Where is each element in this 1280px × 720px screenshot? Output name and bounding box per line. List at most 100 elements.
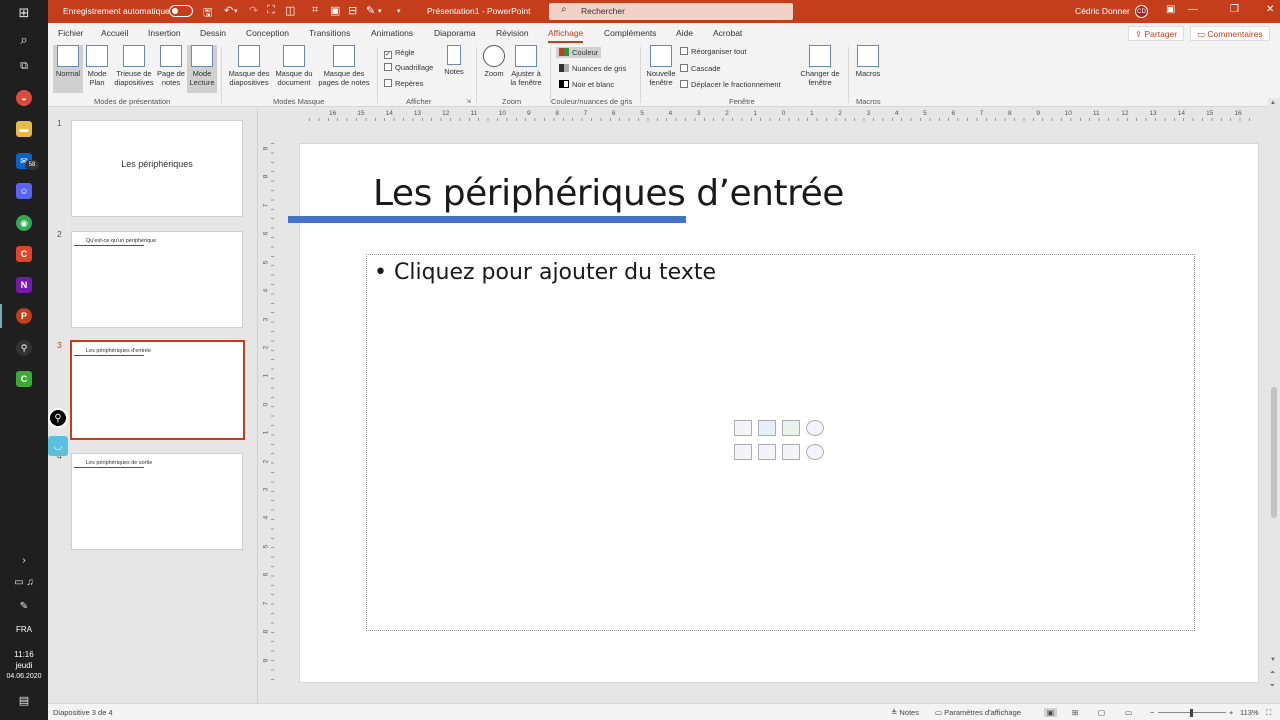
- share-button[interactable]: ⇪ Partager: [1128, 26, 1185, 41]
- fit-window-button[interactable]: Ajuster à la fenêtre: [508, 45, 544, 87]
- slide-master-button[interactable]: Masque des diapositives: [226, 45, 272, 87]
- current-slide[interactable]: Les périphériques d’entrée • Cliquez pou…: [288, 143, 1259, 683]
- normal-view-button[interactable]: Normal: [53, 45, 83, 93]
- grayscale-option[interactable]: Nuances de gris: [559, 64, 626, 73]
- content-placeholder[interactable]: • Cliquez pour ajouter du texte: [366, 254, 1195, 631]
- notes-button[interactable]: Notes: [440, 45, 468, 76]
- insert-online-picture-icon[interactable]: [758, 444, 776, 460]
- tab-revision[interactable]: Révision: [496, 28, 529, 38]
- insert-3d-model-icon[interactable]: [806, 420, 824, 436]
- redo-icon[interactable]: ↷: [249, 4, 258, 17]
- chrome-icon[interactable]: ◉: [16, 215, 32, 231]
- dialog-launcher-icon[interactable]: ⇲: [466, 98, 471, 105]
- ribbon-display-icon[interactable]: ▣: [1166, 4, 1175, 15]
- zoom-slider-knob[interactable]: [1190, 709, 1193, 717]
- tab-conception[interactable]: Conception: [246, 28, 289, 38]
- format-dropdown-icon[interactable]: ▾: [378, 7, 382, 15]
- tab-aide[interactable]: Aide: [676, 28, 693, 38]
- slide-thumbnail-2[interactable]: Qu'est-ce qu'un périphérique: [71, 231, 243, 328]
- switch-windows-button[interactable]: Changer de fenêtre: [796, 45, 844, 87]
- notes-toggle[interactable]: ≜ Notes: [891, 708, 919, 717]
- onenote-icon[interactable]: N: [16, 277, 32, 293]
- sorter-view-status-icon[interactable]: ⊞: [1072, 708, 1078, 717]
- gridlines-checkbox[interactable]: Quadrillage: [384, 63, 433, 72]
- normal-view-status-icon[interactable]: ▣: [1044, 708, 1058, 717]
- display-settings-button[interactable]: ▭ Paramètres d'affichage: [935, 708, 1021, 717]
- recorder-icon[interactable]: ◡: [48, 436, 68, 456]
- powerpoint-icon[interactable]: P: [16, 308, 32, 324]
- customize-qat-icon[interactable]: ▾: [397, 7, 401, 15]
- zoom-in-icon[interactable]: +: [1229, 708, 1233, 717]
- clock-time[interactable]: 11:16: [0, 650, 48, 659]
- tab-complements[interactable]: Compléments: [604, 28, 656, 38]
- notes-master-button[interactable]: Masque des pages de notes: [316, 45, 372, 87]
- slide-thumbnail-4[interactable]: Les périphériques de sortie: [71, 453, 243, 550]
- scroll-down-icon[interactable]: ▼: [1270, 657, 1276, 663]
- slide-title[interactable]: Les périphériques d’entrée: [373, 173, 844, 214]
- discord-icon[interactable]: ☺: [16, 183, 32, 199]
- picture-icon[interactable]: ▣: [330, 4, 340, 17]
- fit-slide-icon[interactable]: ⛶: [1266, 708, 1271, 718]
- shapes-icon[interactable]: ◫: [285, 4, 295, 17]
- crop-icon[interactable]: ⌗: [312, 4, 318, 17]
- scrollbar-thumb[interactable]: [1271, 387, 1277, 518]
- save-icon[interactable]: 🖫: [203, 4, 212, 23]
- outline-view-button[interactable]: Mode Plan: [84, 45, 110, 87]
- comments-button[interactable]: ▭ Commentaires: [1190, 26, 1270, 41]
- notifications-icon[interactable]: ▤: [12, 690, 36, 710]
- tab-acrobat[interactable]: Acrobat: [713, 28, 742, 38]
- app-icon-red[interactable]: C: [16, 246, 32, 262]
- macros-button[interactable]: Macros: [852, 45, 884, 78]
- black-white-option[interactable]: Noir et blanc: [559, 80, 614, 89]
- insert-smartart-icon[interactable]: [782, 420, 800, 436]
- from-beginning-icon[interactable]: ⛶: [267, 4, 275, 17]
- undo-icon[interactable]: ↶: [224, 4, 233, 17]
- tab-transitions[interactable]: Transitions: [309, 28, 350, 38]
- color-option[interactable]: Couleur: [556, 47, 602, 58]
- vertical-scrollbar[interactable]: ▲ ▼ ⏶ ⏷: [1268, 98, 1280, 703]
- clock-day[interactable]: jeudi: [0, 661, 48, 670]
- clock-date[interactable]: 04.06.2020: [0, 672, 48, 681]
- screen-pen-icon[interactable]: ⚲: [48, 408, 68, 428]
- zoom-out-icon[interactable]: −: [1150, 708, 1154, 717]
- maps-icon[interactable]: ⚲: [16, 340, 32, 356]
- insert-picture-icon[interactable]: [734, 444, 752, 460]
- previous-slide-icon[interactable]: ⏶: [1270, 670, 1275, 677]
- slideshow-status-icon[interactable]: ▭: [1125, 708, 1132, 717]
- new-window-button[interactable]: Nouvelle fenêtre: [644, 45, 678, 87]
- tab-fichier[interactable]: Fichier: [58, 28, 84, 38]
- align-icon[interactable]: ⊟: [348, 4, 357, 17]
- insert-icons-icon[interactable]: [806, 444, 824, 460]
- search-icon[interactable]: ⌕: [12, 30, 36, 50]
- tray-icons[interactable]: ▭ ♫: [12, 572, 36, 592]
- tab-accueil[interactable]: Accueil: [101, 28, 128, 38]
- insert-table-icon[interactable]: [734, 420, 752, 436]
- file-explorer-icon[interactable]: ▬: [16, 121, 32, 137]
- content-bullet[interactable]: • Cliquez pour ajouter du texte: [374, 260, 716, 285]
- user-name[interactable]: Cédric Donner: [1075, 6, 1130, 16]
- reading-view-button[interactable]: Mode Lecture: [187, 45, 217, 93]
- insert-video-icon[interactable]: [782, 444, 800, 460]
- arrange-all-button[interactable]: Réorganiser tout: [680, 47, 746, 56]
- tab-insertion[interactable]: Insertion: [148, 28, 181, 38]
- restore-icon[interactable]: ❐: [1230, 4, 1239, 15]
- slide-thumbnail-3[interactable]: Les périphériques d'entrée: [70, 340, 245, 440]
- zoom-level[interactable]: 113%: [1240, 708, 1259, 717]
- tab-affichage[interactable]: Affichage: [548, 28, 584, 43]
- pen-icon[interactable]: ✎: [12, 596, 36, 616]
- windows-start-icon[interactable]: ⊞: [12, 3, 36, 23]
- search-box[interactable]: ⌕ Rechercher: [549, 3, 793, 20]
- tab-dessin[interactable]: Dessin: [200, 28, 226, 38]
- zoom-button[interactable]: Zoom: [480, 45, 508, 78]
- tab-diaporama[interactable]: Diaporama: [434, 28, 476, 38]
- app-icon-1[interactable]: ◒: [16, 90, 32, 106]
- format-painter-icon[interactable]: ✎: [366, 4, 375, 17]
- minimize-icon[interactable]: —: [1188, 4, 1198, 15]
- slide-sorter-button[interactable]: Trieuse de diapositives: [112, 45, 156, 87]
- chevron-right-icon[interactable]: ›: [12, 550, 36, 570]
- autosave-toggle[interactable]: [169, 5, 193, 17]
- guides-checkbox[interactable]: Repères: [384, 79, 423, 88]
- tab-animations[interactable]: Animations: [371, 28, 413, 38]
- close-icon[interactable]: ✕: [1266, 4, 1274, 15]
- insert-chart-icon[interactable]: [758, 420, 776, 436]
